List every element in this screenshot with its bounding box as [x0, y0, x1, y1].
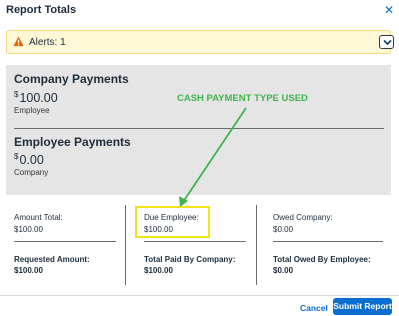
submit-report-button[interactable]: Submit Report [333, 298, 392, 315]
cancel-button[interactable]: Cancel [300, 303, 328, 313]
footer-divider [0, 295, 399, 296]
annotation-arrow [179, 107, 247, 207]
